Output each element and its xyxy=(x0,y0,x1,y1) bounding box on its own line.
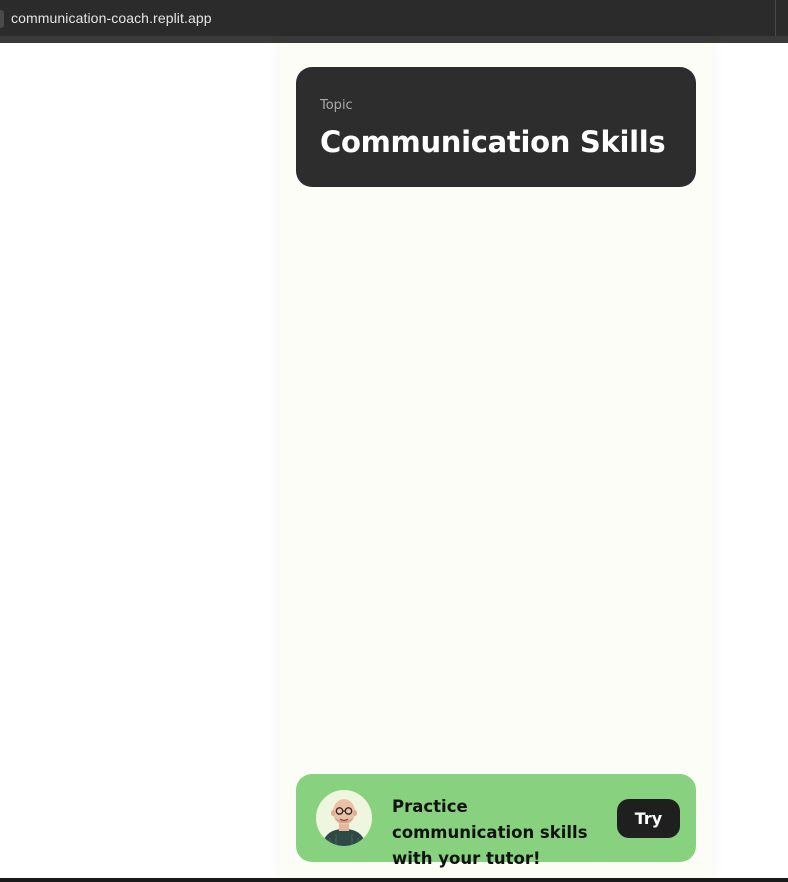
toolbar-divider xyxy=(775,0,776,37)
browser-toolbar: communication-coach.replit.app xyxy=(0,0,788,43)
tutor-banner-message: Practice communication skills with your … xyxy=(392,797,588,868)
window-bottom-edge xyxy=(0,878,788,882)
app-panel: Topic Communication Skills Practice comm… xyxy=(280,43,712,878)
topic-title: Communication Skills xyxy=(320,125,666,159)
topic-card: Topic Communication Skills xyxy=(296,67,696,187)
tutor-avatar-icon xyxy=(316,790,372,846)
try-button[interactable]: Try xyxy=(617,799,680,838)
address-bar[interactable]: communication-coach.replit.app xyxy=(11,10,212,26)
topic-label: Topic xyxy=(320,98,353,113)
url-bar-edge xyxy=(0,10,4,28)
toolbar-underline xyxy=(0,36,788,43)
tutor-banner: Practice communication skills with your … xyxy=(296,774,696,868)
